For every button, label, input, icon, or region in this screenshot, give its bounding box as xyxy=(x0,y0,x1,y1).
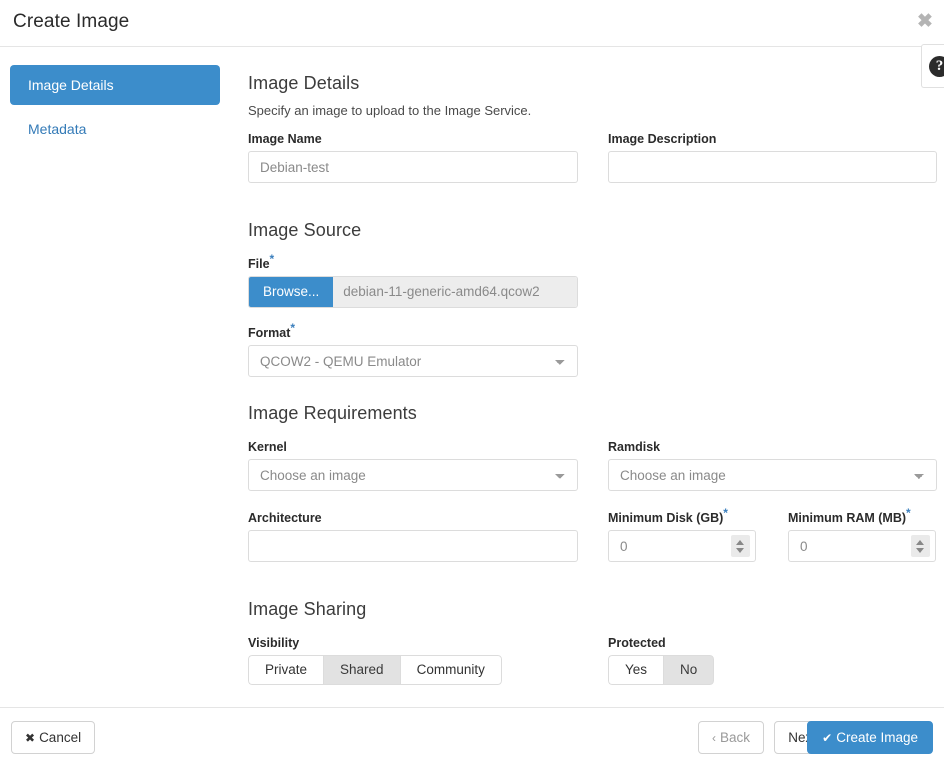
image-description-group: Image Description xyxy=(608,132,937,183)
protected-toggle-group[interactable]: Yes No xyxy=(608,655,714,685)
sharing-row: Visibility Private Shared Community Prot… xyxy=(248,636,944,696)
browse-button[interactable]: Browse... xyxy=(249,277,333,307)
file-label: File* xyxy=(248,257,944,271)
section-heading-image-source: Image Source xyxy=(248,220,944,241)
required-marker: * xyxy=(290,321,295,335)
required-marker: * xyxy=(723,506,728,520)
modal-footer: ✖Cancel ‹Back Next› ✔Create Image xyxy=(0,707,944,766)
kernel-group: Kernel Choose an image xyxy=(248,440,578,491)
format-label-text: Format xyxy=(248,326,290,340)
architecture-label: Architecture xyxy=(248,511,578,525)
image-description-label: Image Description xyxy=(608,132,937,146)
visibility-label: Visibility xyxy=(248,636,578,650)
image-description-input[interactable] xyxy=(608,151,937,183)
modal-body: Image Details Metadata Image Details Spe… xyxy=(0,47,944,707)
kernel-label: Kernel xyxy=(248,440,578,454)
image-name-label: Image Name xyxy=(248,132,578,146)
min-disk-ram-group: Minimum Disk (GB)* Minimum R xyxy=(608,511,944,562)
form-area: Image Details Specify an image to upload… xyxy=(248,47,944,696)
spinner-arrows-icon[interactable] xyxy=(731,535,750,557)
format-group: Format* QCOW2 - QEMU Emulator xyxy=(248,326,944,377)
section-heading-image-details: Image Details xyxy=(248,73,944,94)
selected-file-name: debian-11-generic-amd64.qcow2 xyxy=(333,277,577,307)
visibility-option-shared[interactable]: Shared xyxy=(323,655,400,685)
chevron-left-icon: ‹ xyxy=(712,731,716,745)
checkmark-icon: ✔ xyxy=(822,731,832,745)
required-marker: * xyxy=(906,506,911,520)
sidebar-item-metadata[interactable]: Metadata xyxy=(10,111,220,147)
sidebar-item-label: Image Details xyxy=(28,77,114,93)
close-x-icon: ✖ xyxy=(25,731,35,745)
wizard-nav-sidebar: Image Details Metadata xyxy=(0,47,230,153)
ramdisk-label: Ramdisk xyxy=(608,440,937,454)
create-image-modal: Create Image ✖ ? Image Details Metadata … xyxy=(0,0,944,766)
visibility-toggle-group[interactable]: Private Shared Community xyxy=(248,655,502,685)
architecture-input[interactable] xyxy=(248,530,578,562)
protected-option-yes[interactable]: Yes xyxy=(608,655,663,685)
image-name-group: Image Name xyxy=(248,132,578,183)
back-button-label: Back xyxy=(720,730,750,745)
cancel-button-label: Cancel xyxy=(39,730,81,745)
file-label-text: File xyxy=(248,257,270,271)
ramdisk-select[interactable]: Choose an image xyxy=(608,459,937,491)
minimum-ram-label-text: Minimum RAM (MB) xyxy=(788,511,906,525)
format-select[interactable]: QCOW2 - QEMU Emulator xyxy=(248,345,578,377)
architecture-row: Architecture Minimum Disk (GB)* xyxy=(248,511,944,573)
section-heading-image-sharing: Image Sharing xyxy=(248,599,944,620)
kernel-ramdisk-row: Kernel Choose an image Ramdisk Choose an… xyxy=(248,440,944,502)
cancel-button[interactable]: ✖ Cancel xyxy=(11,721,95,754)
kernel-select[interactable]: Choose an image xyxy=(248,459,578,491)
image-name-row: Image Name Image Description xyxy=(248,132,944,194)
sidebar-item-label: Metadata xyxy=(28,121,86,137)
minimum-ram-group: Minimum RAM (MB)* xyxy=(788,511,936,562)
close-icon[interactable]: ✖ xyxy=(914,11,936,33)
visibility-group: Visibility Private Shared Community xyxy=(248,636,578,685)
file-group: File* Browse... debian-11-generic-amd64.… xyxy=(248,257,944,308)
protected-group: Protected Yes No xyxy=(608,636,937,685)
page-title: Create Image xyxy=(13,11,129,33)
minimum-disk-stepper[interactable] xyxy=(608,530,756,562)
minimum-disk-label-text: Minimum Disk (GB) xyxy=(608,511,723,525)
architecture-group: Architecture xyxy=(248,511,578,562)
image-name-input[interactable] xyxy=(248,151,578,183)
create-image-button[interactable]: ✔ Create Image xyxy=(807,721,933,754)
modal-header: Create Image ✖ xyxy=(0,0,944,47)
section-heading-image-requirements: Image Requirements xyxy=(248,403,944,424)
minimum-ram-label: Minimum RAM (MB)* xyxy=(788,511,936,525)
protected-option-no[interactable]: No xyxy=(663,655,714,685)
ramdisk-group: Ramdisk Choose an image xyxy=(608,440,937,491)
protected-label: Protected xyxy=(608,636,937,650)
spinner-arrows-icon[interactable] xyxy=(911,535,930,557)
visibility-option-private[interactable]: Private xyxy=(248,655,323,685)
back-button[interactable]: ‹ Back xyxy=(698,721,764,754)
create-image-button-label: Create Image xyxy=(836,730,918,745)
minimum-disk-group: Minimum Disk (GB)* xyxy=(608,511,756,562)
section-description-image-details: Specify an image to upload to the Image … xyxy=(248,103,944,118)
sidebar-item-image-details[interactable]: Image Details xyxy=(10,65,220,105)
minimum-disk-label: Minimum Disk (GB)* xyxy=(608,511,756,525)
format-label: Format* xyxy=(248,326,944,340)
required-marker: * xyxy=(270,252,275,266)
file-input-widget[interactable]: Browse... debian-11-generic-amd64.qcow2 xyxy=(248,276,578,308)
minimum-ram-stepper[interactable] xyxy=(788,530,936,562)
visibility-option-community[interactable]: Community xyxy=(400,655,502,685)
